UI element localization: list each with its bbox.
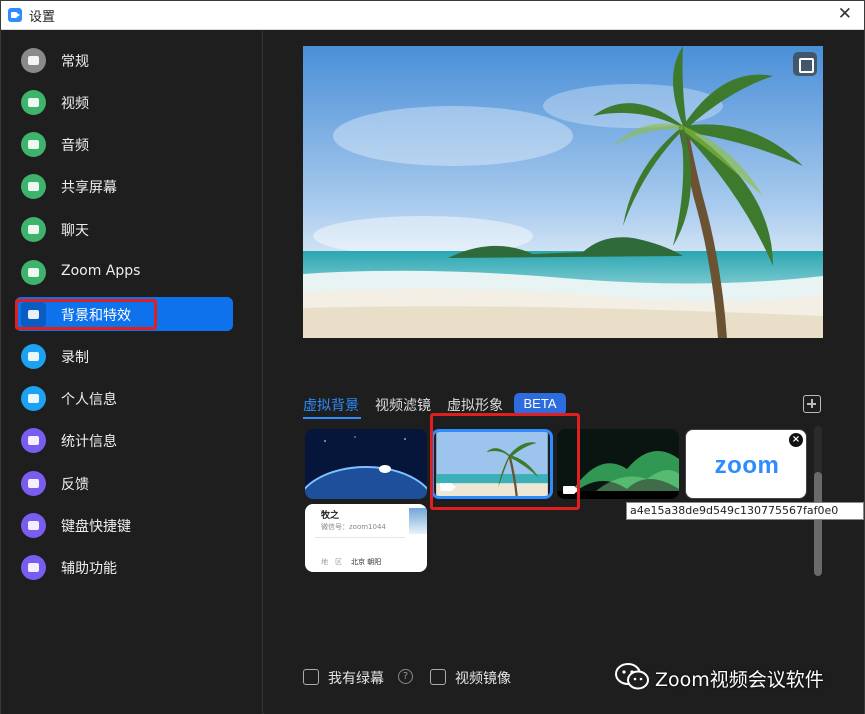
sidebar-item-label: 音频 <box>61 138 89 154</box>
sidebar-item-video[interactable]: 视频 <box>15 85 233 119</box>
sidebar-item-label: 共享屏幕 <box>61 180 117 196</box>
gear-icon <box>21 48 46 73</box>
window-title: 设置 <box>29 10 56 25</box>
sidebar-item-label: 辅助功能 <box>61 561 117 577</box>
apps-icon <box>21 260 46 285</box>
background-thumbnail-profile-card[interactable]: 牧之 微信号：zoom1044 地 区 北京 朝阳 <box>305 504 427 572</box>
close-window-button[interactable]: ✕ <box>838 4 852 24</box>
settings-window: 设置 ✕ 常规 视频 音频 共享屏幕 聊天 Zoom Apps 背景和特效 录制… <box>0 0 865 714</box>
record-icon <box>21 344 46 369</box>
title-bar: 设置 ✕ <box>1 1 864 30</box>
background-effects-panel: 虚拟背景 视频滤镜 虚拟形象 BETA zoom × 牧之 微信号：zoom10… <box>264 30 864 714</box>
sidebar-item-label: 统计信息 <box>61 434 117 450</box>
background-thumbnail-zoom-logo[interactable]: zoom × <box>685 429 807 499</box>
zoom-app-icon <box>8 8 22 22</box>
sidebar-item-label: 视频 <box>61 96 89 112</box>
sidebar-item-label: 键盘快捷键 <box>61 519 131 535</box>
profile-icon <box>21 386 46 411</box>
sidebar-item-accessibility[interactable]: 辅助功能 <box>15 550 233 584</box>
mirror-video-checkbox[interactable] <box>430 669 446 685</box>
background-thumbnail-earth[interactable] <box>305 429 427 499</box>
sidebar-item-label: 录制 <box>61 350 89 366</box>
chat-bubble-icon <box>21 217 46 242</box>
settings-sidebar: 常规 视频 音频 共享屏幕 聊天 Zoom Apps 背景和特效 录制 个人信息… <box>1 30 263 714</box>
keyboard-icon <box>21 513 46 538</box>
card-wechat-id: 微信号：zoom1044 <box>321 523 386 531</box>
sidebar-item-recording[interactable]: 录制 <box>15 339 233 373</box>
sidebar-item-audio[interactable]: 音频 <box>15 127 233 161</box>
sidebar-item-label: 聊天 <box>61 223 89 239</box>
sidebar-item-label: 反馈 <box>61 477 89 493</box>
statistics-icon <box>21 428 46 453</box>
add-background-button[interactable] <box>803 395 821 413</box>
sidebar-item-label: 个人信息 <box>61 392 117 408</box>
sidebar-item-chat[interactable]: 聊天 <box>15 212 233 246</box>
scrollbar-thumb[interactable] <box>814 472 822 576</box>
red-annotation-box <box>15 299 157 330</box>
help-icon[interactable]: ? <box>398 669 413 684</box>
mirror-video-label: 视频镜像 <box>455 671 511 687</box>
green-screen-label: 我有绿幕 <box>328 671 384 687</box>
camera-preview <box>303 46 823 338</box>
card-name: 牧之 <box>321 511 340 521</box>
card-region-value: 北京 朝阳 <box>351 558 382 566</box>
beta-badge: BETA <box>514 393 566 415</box>
green-screen-checkbox[interactable] <box>303 669 319 685</box>
tab-video-filters[interactable]: 视频滤镜 <box>375 395 431 415</box>
active-tab-underline <box>303 417 361 419</box>
video-camera-icon <box>21 90 46 115</box>
wechat-logo-icon <box>615 663 649 690</box>
rotate-camera-icon[interactable] <box>793 52 817 76</box>
sidebar-item-keyboard-shortcuts[interactable]: 键盘快捷键 <box>15 508 233 542</box>
headphones-icon <box>21 132 46 157</box>
share-screen-icon <box>21 174 46 199</box>
thumbnails-scrollbar[interactable] <box>814 426 822 576</box>
remove-background-close-icon[interactable]: × <box>789 433 803 447</box>
sidebar-item-label: Zoom Apps <box>61 263 141 279</box>
feedback-smile-icon <box>21 471 46 496</box>
sidebar-item-zoom-apps[interactable]: Zoom Apps <box>15 255 233 289</box>
tab-avatars[interactable]: 虚拟形象 <box>447 395 503 415</box>
beach-preview-image <box>303 46 823 338</box>
watermark-text: Zoom视频会议软件 <box>655 669 824 691</box>
tab-virtual-background[interactable]: 虚拟背景 <box>303 395 359 415</box>
zoom-logo: zoom <box>714 452 780 479</box>
red-annotation-box-thumbnail <box>430 413 580 510</box>
sidebar-item-feedback[interactable]: 反馈 <box>15 466 233 500</box>
accessibility-icon <box>21 555 46 580</box>
card-region-label: 地 区 <box>321 558 342 566</box>
sidebar-item-statistics[interactable]: 统计信息 <box>15 423 233 457</box>
sidebar-item-share-screen[interactable]: 共享屏幕 <box>15 169 233 203</box>
sidebar-item-profile[interactable]: 个人信息 <box>15 381 233 415</box>
sidebar-item-general[interactable]: 常规 <box>15 43 233 77</box>
card-divider <box>315 537 405 538</box>
card-avatar-image <box>409 508 427 534</box>
sidebar-item-label: 常规 <box>61 54 89 70</box>
filename-tooltip: a4e15a38de9d549c130775567faf0e0 <box>626 502 864 520</box>
